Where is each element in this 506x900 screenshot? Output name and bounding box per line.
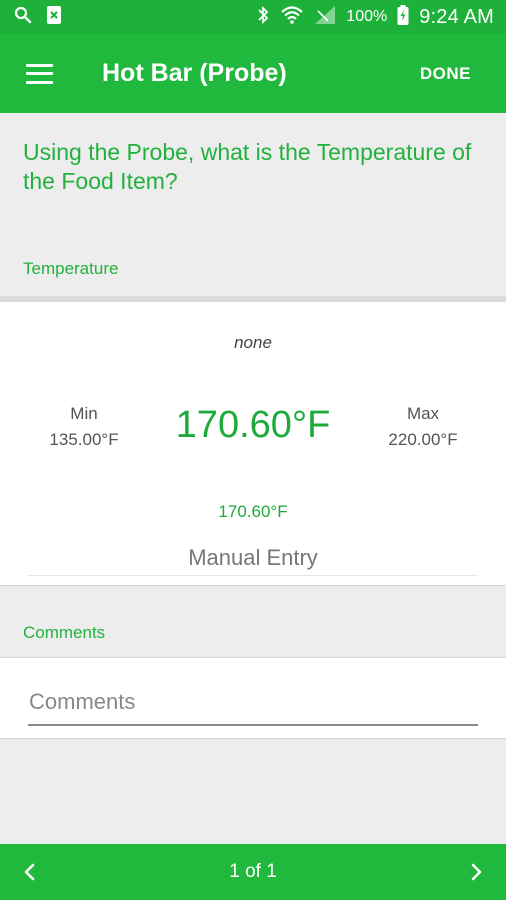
battery-percent: 100% — [346, 8, 388, 25]
max-label: Max — [406, 404, 440, 423]
comments-section-label: Comments — [23, 623, 106, 642]
manual-entry-divider — [28, 575, 478, 576]
menu-button[interactable] — [0, 34, 80, 113]
hamburger-menu-icon — [25, 63, 53, 84]
page-title: Hot Bar (Probe) — [102, 59, 287, 87]
status-time: 9:24 AM — [419, 5, 494, 28]
chevron-right-icon — [471, 863, 482, 881]
min-block: Min 135.00°F — [34, 401, 134, 453]
max-block: Max 220.00°F — [373, 401, 473, 453]
comments-input[interactable] — [28, 680, 478, 726]
comments-card — [0, 657, 506, 739]
wifi-icon — [280, 5, 304, 30]
bluetooth-icon — [256, 5, 270, 30]
current-temperature: 170.60°F — [175, 404, 331, 446]
temperature-note: none — [234, 333, 272, 352]
app-bar: Hot Bar (Probe) DONE — [0, 34, 506, 113]
battery-charging-icon — [397, 4, 409, 30]
image-icon — [46, 5, 62, 30]
signal-icon — [314, 5, 336, 30]
min-label: Min — [70, 404, 98, 423]
max-value: 220.00°F — [388, 430, 458, 449]
page-indicator: 1 of 1 — [229, 861, 277, 882]
manual-entry-button[interactable]: Manual Entry — [0, 545, 506, 571]
temperature-reading: 170.60°F — [218, 502, 288, 521]
next-page-button[interactable] — [448, 844, 506, 900]
min-value: 135.00°F — [49, 430, 119, 449]
question-text: Using the Probe, what is the Temperature… — [23, 139, 472, 194]
previous-page-button[interactable] — [0, 844, 58, 900]
done-button[interactable]: DONE — [420, 64, 471, 84]
temperature-section-label: Temperature — [23, 259, 119, 278]
bottom-nav-bar: 1 of 1 — [0, 844, 506, 900]
status-bar: 100% 9:24 AM — [0, 0, 506, 34]
chevron-left-icon — [24, 863, 35, 881]
temperature-card: none Min 135.00°F 170.60°F Max 220.00°F … — [0, 296, 506, 586]
search-icon — [14, 6, 32, 29]
